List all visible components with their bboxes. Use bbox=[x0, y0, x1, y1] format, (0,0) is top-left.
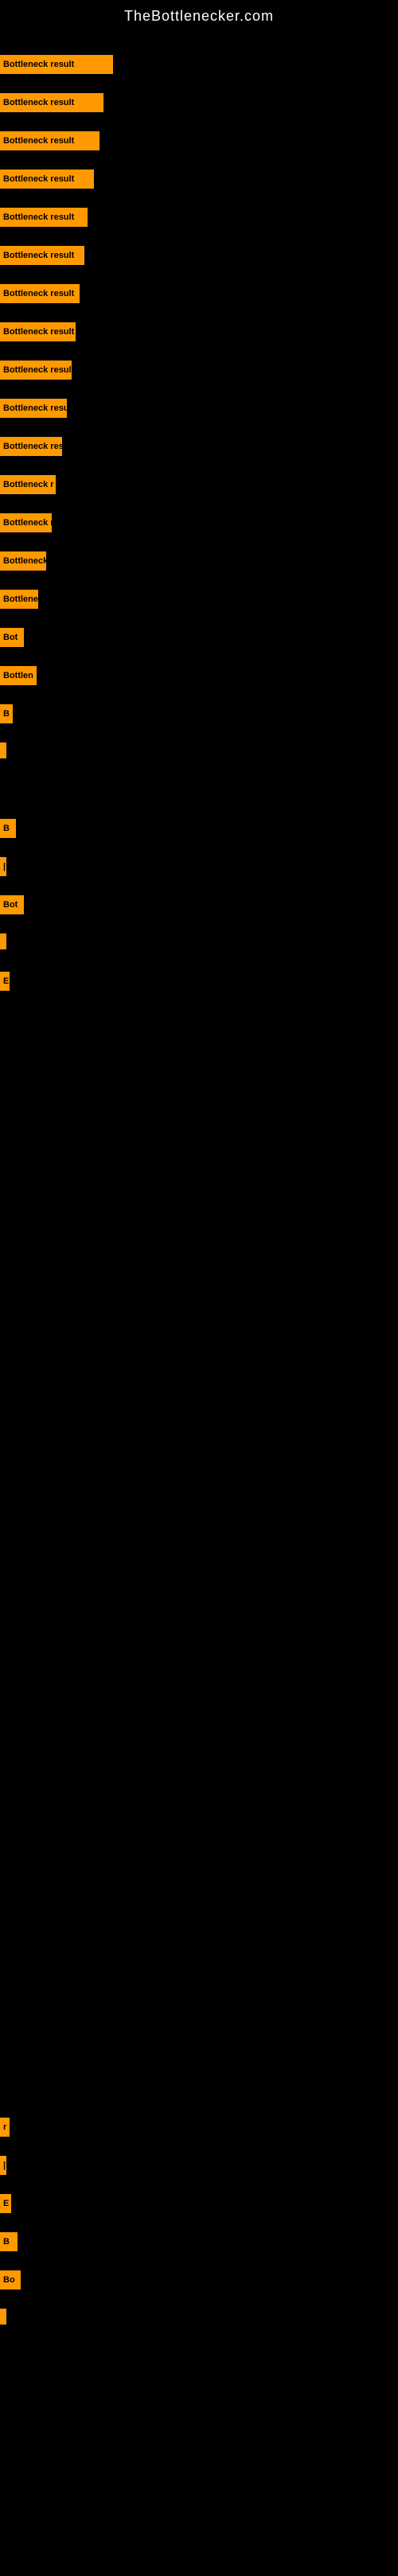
bar-label-15: Bottlene bbox=[0, 590, 38, 609]
bar-label-55: r bbox=[0, 2118, 10, 2137]
bar-row-58: B bbox=[0, 2232, 18, 2251]
bar-label-14: Bottleneck r bbox=[0, 551, 46, 571]
bar-row-23: Bot bbox=[0, 895, 24, 914]
bar-row-57: E bbox=[0, 2194, 11, 2213]
bar-label-23: Bot bbox=[0, 895, 24, 914]
bar-label-59: Bo bbox=[0, 2270, 21, 2290]
bar-row-14: Bottleneck r bbox=[0, 551, 46, 571]
bar-label-4: Bottleneck result bbox=[0, 170, 94, 189]
bar-label-3: Bottleneck result bbox=[0, 131, 100, 150]
bar-label-24 bbox=[0, 933, 6, 949]
bar-row-11: Bottleneck res bbox=[0, 437, 62, 456]
bar-row-7: Bottleneck result bbox=[0, 284, 80, 303]
bar-row-15: Bottlene bbox=[0, 590, 38, 609]
bar-row-10: Bottleneck result bbox=[0, 399, 67, 418]
bar-row-13: Bottleneck r bbox=[0, 513, 52, 532]
bar-label-2: Bottleneck result bbox=[0, 93, 103, 112]
bar-row-16: Bot bbox=[0, 628, 24, 647]
site-title: TheBottlenecker.com bbox=[0, 0, 398, 29]
bar-row-56: | bbox=[0, 2156, 6, 2175]
bar-row-22: | bbox=[0, 857, 6, 876]
bar-label-11: Bottleneck res bbox=[0, 437, 62, 456]
bar-row-17: Bottlen bbox=[0, 666, 37, 685]
bar-row-1: Bottleneck result bbox=[0, 55, 113, 74]
bar-row-6: Bottleneck result bbox=[0, 246, 84, 265]
bar-label-18: B bbox=[0, 704, 13, 723]
bar-row-55: r bbox=[0, 2118, 10, 2137]
bar-label-9: Bottleneck result bbox=[0, 360, 72, 380]
bar-label-56: | bbox=[0, 2156, 6, 2175]
bar-label-13: Bottleneck r bbox=[0, 513, 52, 532]
bar-label-57: E bbox=[0, 2194, 11, 2213]
bar-row-19 bbox=[0, 742, 6, 758]
bar-label-5: Bottleneck result bbox=[0, 208, 88, 227]
bar-row-21: B bbox=[0, 819, 16, 838]
bar-row-9: Bottleneck result bbox=[0, 360, 72, 380]
bar-row-60 bbox=[0, 2309, 6, 2325]
bar-label-12: Bottleneck r bbox=[0, 475, 56, 494]
bar-row-24 bbox=[0, 933, 6, 949]
bar-row-3: Bottleneck result bbox=[0, 131, 100, 150]
bar-label-60 bbox=[0, 2309, 6, 2325]
bar-label-1: Bottleneck result bbox=[0, 55, 113, 74]
bar-label-25: E bbox=[0, 972, 10, 991]
bar-label-7: Bottleneck result bbox=[0, 284, 80, 303]
bar-row-2: Bottleneck result bbox=[0, 93, 103, 112]
bar-label-8: Bottleneck result bbox=[0, 322, 76, 341]
bar-label-22: | bbox=[0, 857, 6, 876]
bar-row-8: Bottleneck result bbox=[0, 322, 76, 341]
bar-label-21: B bbox=[0, 819, 16, 838]
bar-label-10: Bottleneck result bbox=[0, 399, 67, 418]
bar-row-59: Bo bbox=[0, 2270, 21, 2290]
bar-label-17: Bottlen bbox=[0, 666, 37, 685]
bar-row-12: Bottleneck r bbox=[0, 475, 56, 494]
bar-label-16: Bot bbox=[0, 628, 24, 647]
bar-row-25: E bbox=[0, 972, 10, 991]
bar-label-58: B bbox=[0, 2232, 18, 2251]
bar-row-18: B bbox=[0, 704, 13, 723]
bar-row-5: Bottleneck result bbox=[0, 208, 88, 227]
bar-label-19 bbox=[0, 742, 6, 758]
bar-label-6: Bottleneck result bbox=[0, 246, 84, 265]
bar-row-4: Bottleneck result bbox=[0, 170, 94, 189]
